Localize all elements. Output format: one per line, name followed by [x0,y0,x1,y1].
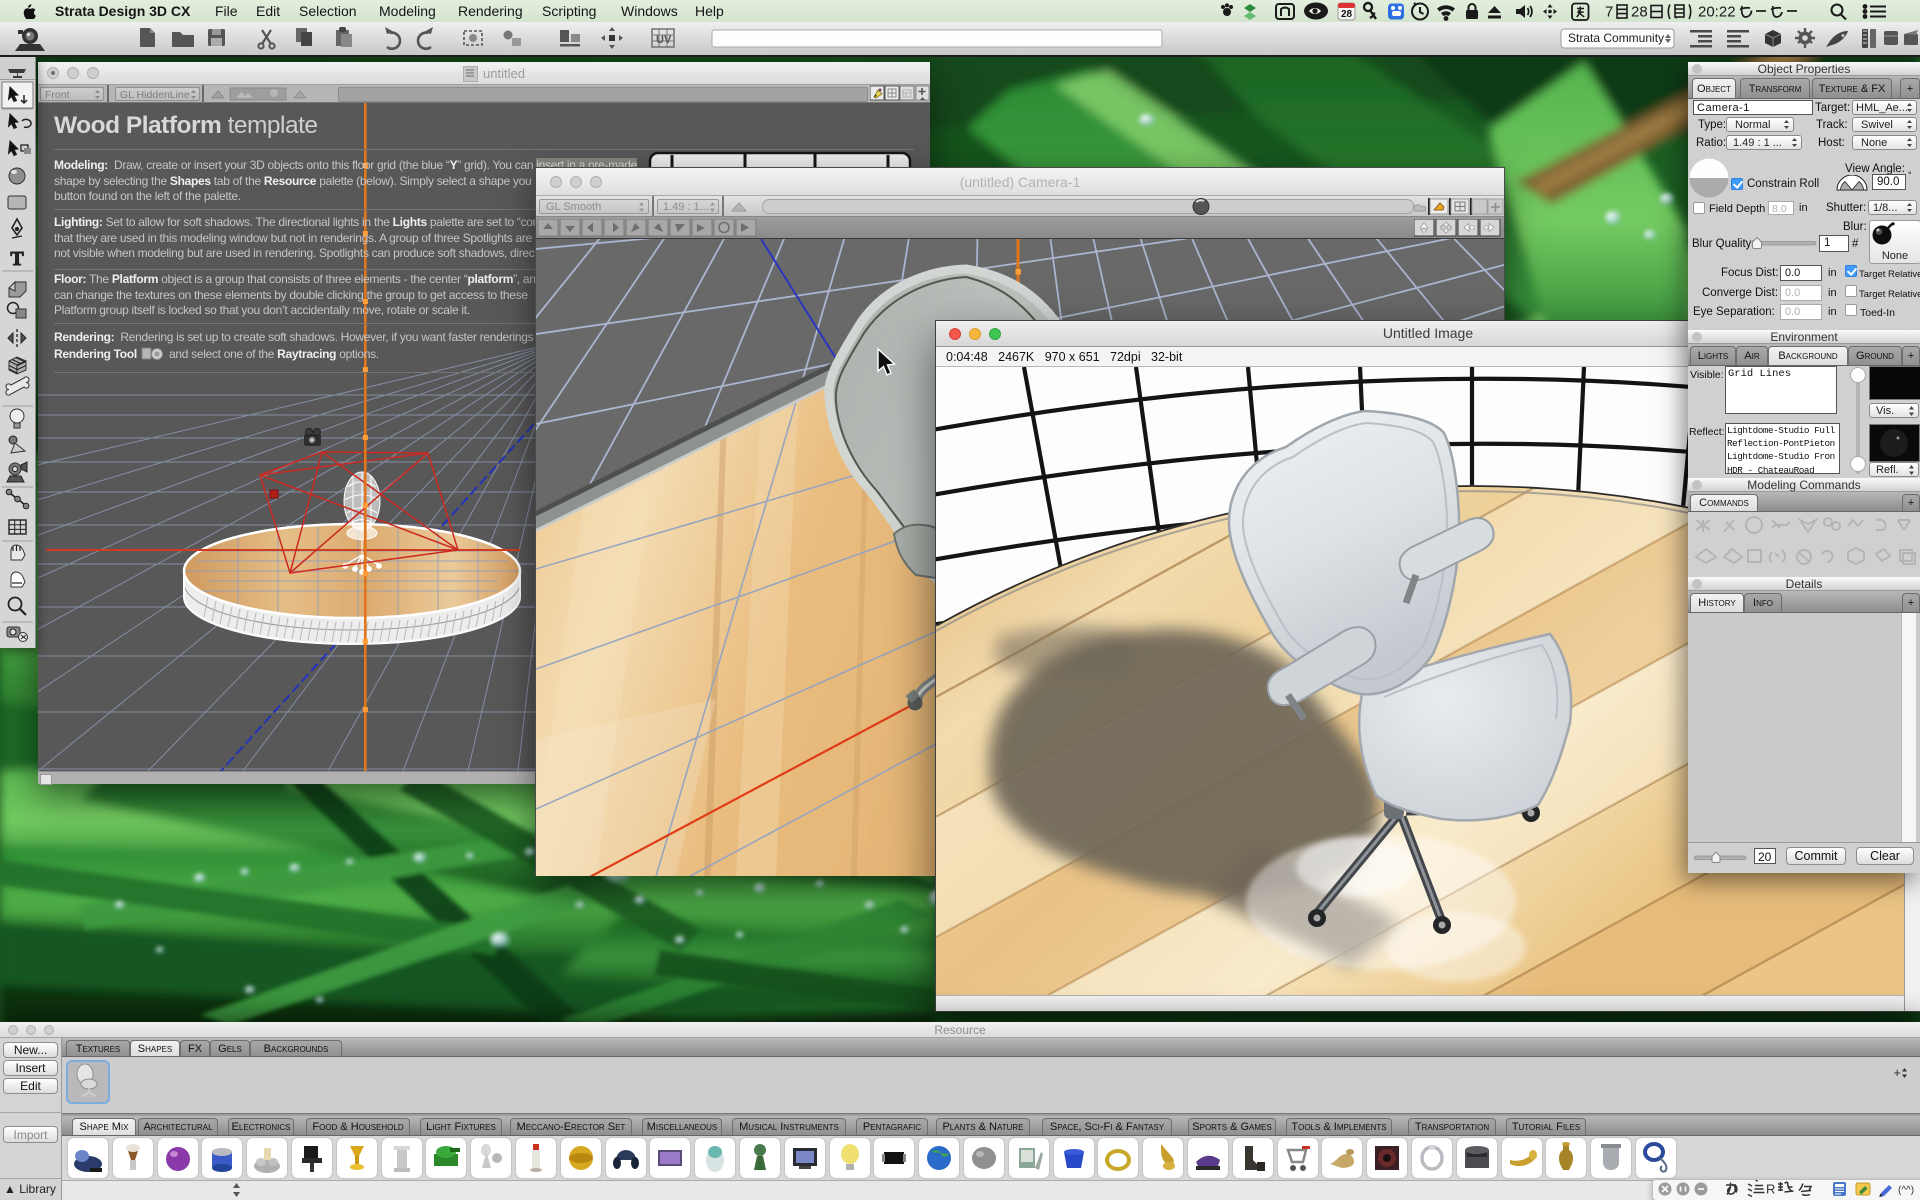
svg-text:7: 7 [1605,4,1613,21]
svg-text:T: T [10,248,24,270]
svg-text:28: 28 [1631,4,1648,21]
svg-text:20:22: 20:22 [1698,4,1736,21]
svg-text:R: R [1766,1182,1775,1197]
svg-text:28: 28 [1341,9,1353,20]
svg-text:Strata Community: Strata Community [1568,31,1664,45]
svg-text:(^^): (^^) [1898,1185,1914,1196]
svg-text:UV: UV [656,34,672,46]
